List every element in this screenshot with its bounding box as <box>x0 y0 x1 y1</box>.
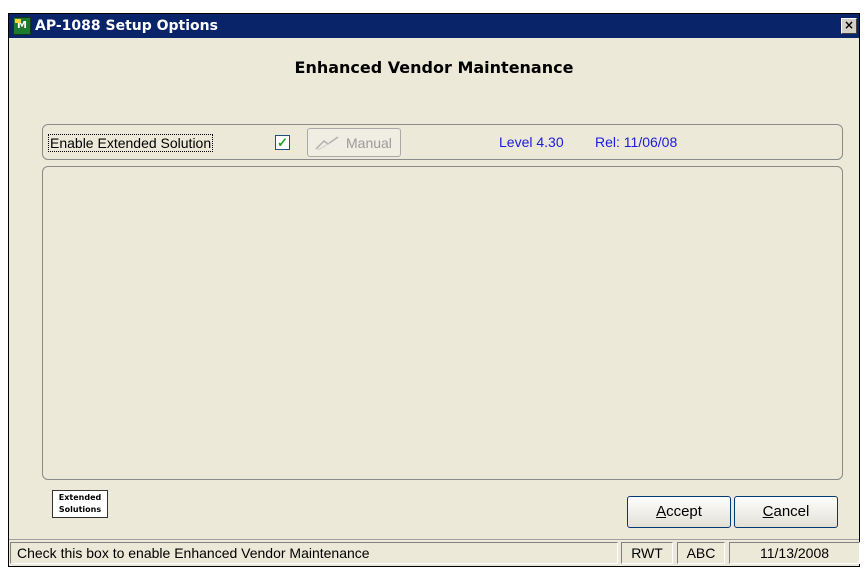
release-text: Rel: 11/06/08 <box>595 134 678 150</box>
manual-button[interactable]: Manual <box>307 128 401 157</box>
title-bar[interactable]: M AP-1088 Setup Options × <box>9 14 859 38</box>
app-icon: M <box>13 17 31 35</box>
enable-extended-solution-checkbox[interactable]: ✓ <box>275 135 290 150</box>
checkmark-icon: ✓ <box>277 135 288 150</box>
page-heading: Enhanced Vendor Maintenance <box>294 58 574 77</box>
status-company: ABC <box>677 542 725 564</box>
close-icon: × <box>843 18 855 32</box>
options-group: Enable Extended Solution ✓ Manual Level … <box>42 124 843 160</box>
close-button[interactable]: × <box>841 18 857 34</box>
logo-line-1: Extended <box>58 493 102 502</box>
level-text: Level 4.30 <box>499 134 564 150</box>
extended-solutions-logo: Extended Solutions <box>52 490 108 518</box>
logo-line-2: Solutions <box>58 505 102 514</box>
manual-button-label: Manual <box>346 135 392 151</box>
details-panel <box>42 166 843 480</box>
manual-icon <box>315 136 339 151</box>
status-message: Check this box to enable Enhanced Vendor… <box>10 542 618 564</box>
enable-extended-solution-label[interactable]: Enable Extended Solution <box>48 134 214 152</box>
accept-button[interactable]: Accept <box>627 496 731 528</box>
status-user: RWT <box>621 542 673 564</box>
status-bar: Check this box to enable Enhanced Vendor… <box>9 539 860 566</box>
window-title: AP-1088 Setup Options <box>35 18 218 34</box>
cancel-button[interactable]: Cancel <box>734 496 838 528</box>
accept-button-label: Accept <box>656 503 702 520</box>
setup-options-window: M AP-1088 Setup Options × Enhanced Vendo… <box>8 13 860 567</box>
cancel-button-label: Cancel <box>762 503 810 520</box>
status-date: 11/13/2008 <box>729 542 860 564</box>
